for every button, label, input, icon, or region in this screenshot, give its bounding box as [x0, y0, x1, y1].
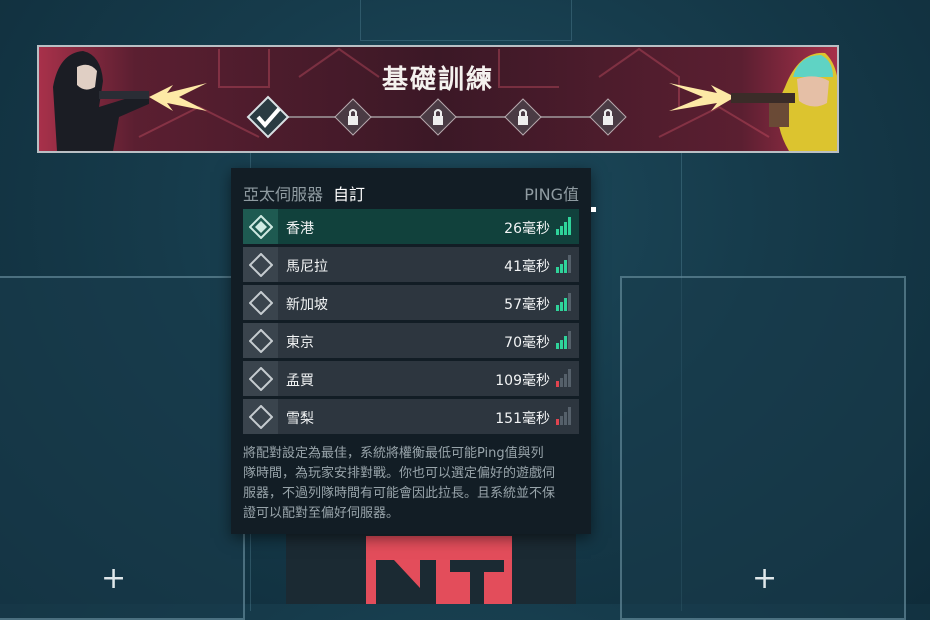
background-frame-line: [360, 0, 572, 41]
matchmaking-note: 將配對設定為最佳，系統將權衡最低可能Ping值與列 隊時間，為玩家安排對戰。你也…: [243, 444, 581, 524]
progress-step-completed[interactable]: [246, 95, 290, 139]
server-ping: 41毫秒: [504, 259, 550, 275]
progress-step-locked[interactable]: [589, 98, 627, 136]
training-progress-track: [246, 95, 627, 139]
server-name: 孟買: [286, 373, 314, 389]
add-player-icon[interactable]: +: [101, 564, 126, 594]
server-list: 香港 26毫秒 馬尼拉 41毫秒 新加坡 57毫秒 東京 70毫秒 孟買 109…: [243, 209, 579, 437]
cursor-marker: [591, 207, 596, 212]
server-row-singapore[interactable]: 新加坡 57毫秒: [243, 285, 579, 320]
server-row-sydney[interactable]: 雪梨 151毫秒: [243, 399, 579, 434]
game-logo-block: [286, 532, 576, 604]
server-row-manila[interactable]: 馬尼拉 41毫秒: [243, 247, 579, 282]
server-mode-label[interactable]: 自訂: [333, 185, 365, 204]
agent-right-illustration: [731, 52, 837, 151]
server-ping: 109毫秒: [495, 373, 550, 389]
server-row-tokyo[interactable]: 東京 70毫秒: [243, 323, 579, 358]
server-name: 東京: [286, 335, 314, 351]
panel-header: 亞太伺服器 自訂 PING值: [243, 181, 579, 204]
logo-red-panel: [366, 536, 512, 604]
signal-strength-icon: [556, 369, 571, 387]
basic-training-banner: 基礎訓練: [37, 45, 839, 153]
selected-diamond-icon: [243, 209, 278, 244]
diamond-icon: [243, 399, 278, 434]
server-ping: 70毫秒: [504, 335, 550, 351]
progress-step-locked[interactable]: [504, 98, 542, 136]
progress-step-locked[interactable]: [419, 98, 457, 136]
diamond-icon: [243, 285, 278, 320]
server-ping: 151毫秒: [495, 411, 550, 427]
signal-strength-icon: [556, 293, 571, 311]
note-line: 隊時間，為玩家安排對戰。你也可以選定偏好的遊戲伺: [243, 466, 556, 481]
signal-strength-icon: [556, 407, 571, 425]
add-player-icon[interactable]: +: [752, 564, 777, 594]
server-name: 馬尼拉: [286, 259, 328, 275]
server-name: 新加坡: [286, 297, 328, 313]
player-slot-left[interactable]: +: [0, 276, 245, 620]
signal-strength-icon: [556, 217, 571, 235]
region-label[interactable]: 亞太伺服器: [243, 185, 323, 204]
diamond-icon: [243, 361, 278, 396]
server-ping: 57毫秒: [504, 297, 550, 313]
diamond-icon: [243, 247, 278, 282]
server-name: 雪梨: [286, 411, 314, 427]
server-name: 香港: [286, 221, 314, 237]
logo-glyph: [376, 560, 504, 604]
player-slot-right[interactable]: +: [620, 276, 906, 620]
server-row-mumbai[interactable]: 孟買 109毫秒: [243, 361, 579, 396]
note-line: 將配對設定為最佳，系統將權衡最低可能Ping值與列: [243, 446, 544, 461]
signal-strength-icon: [556, 255, 571, 273]
note-line: 證可以配對至偏好伺服器。: [243, 506, 400, 521]
server-select-panel: 亞太伺服器 自訂 PING值 香港 26毫秒 馬尼拉 41毫秒 新加坡 57毫秒…: [231, 168, 591, 534]
diamond-icon: [243, 323, 278, 358]
note-line: 服器，不過列隊時間有可能會因此拉長。且系統並不保: [243, 486, 556, 501]
muzzle-flash-right: [669, 83, 735, 111]
ping-column-header: PING值: [524, 185, 579, 204]
signal-strength-icon: [556, 331, 571, 349]
server-ping: 26毫秒: [504, 221, 550, 237]
progress-step-locked[interactable]: [334, 98, 372, 136]
server-row-hong-kong[interactable]: 香港 26毫秒: [243, 209, 579, 244]
